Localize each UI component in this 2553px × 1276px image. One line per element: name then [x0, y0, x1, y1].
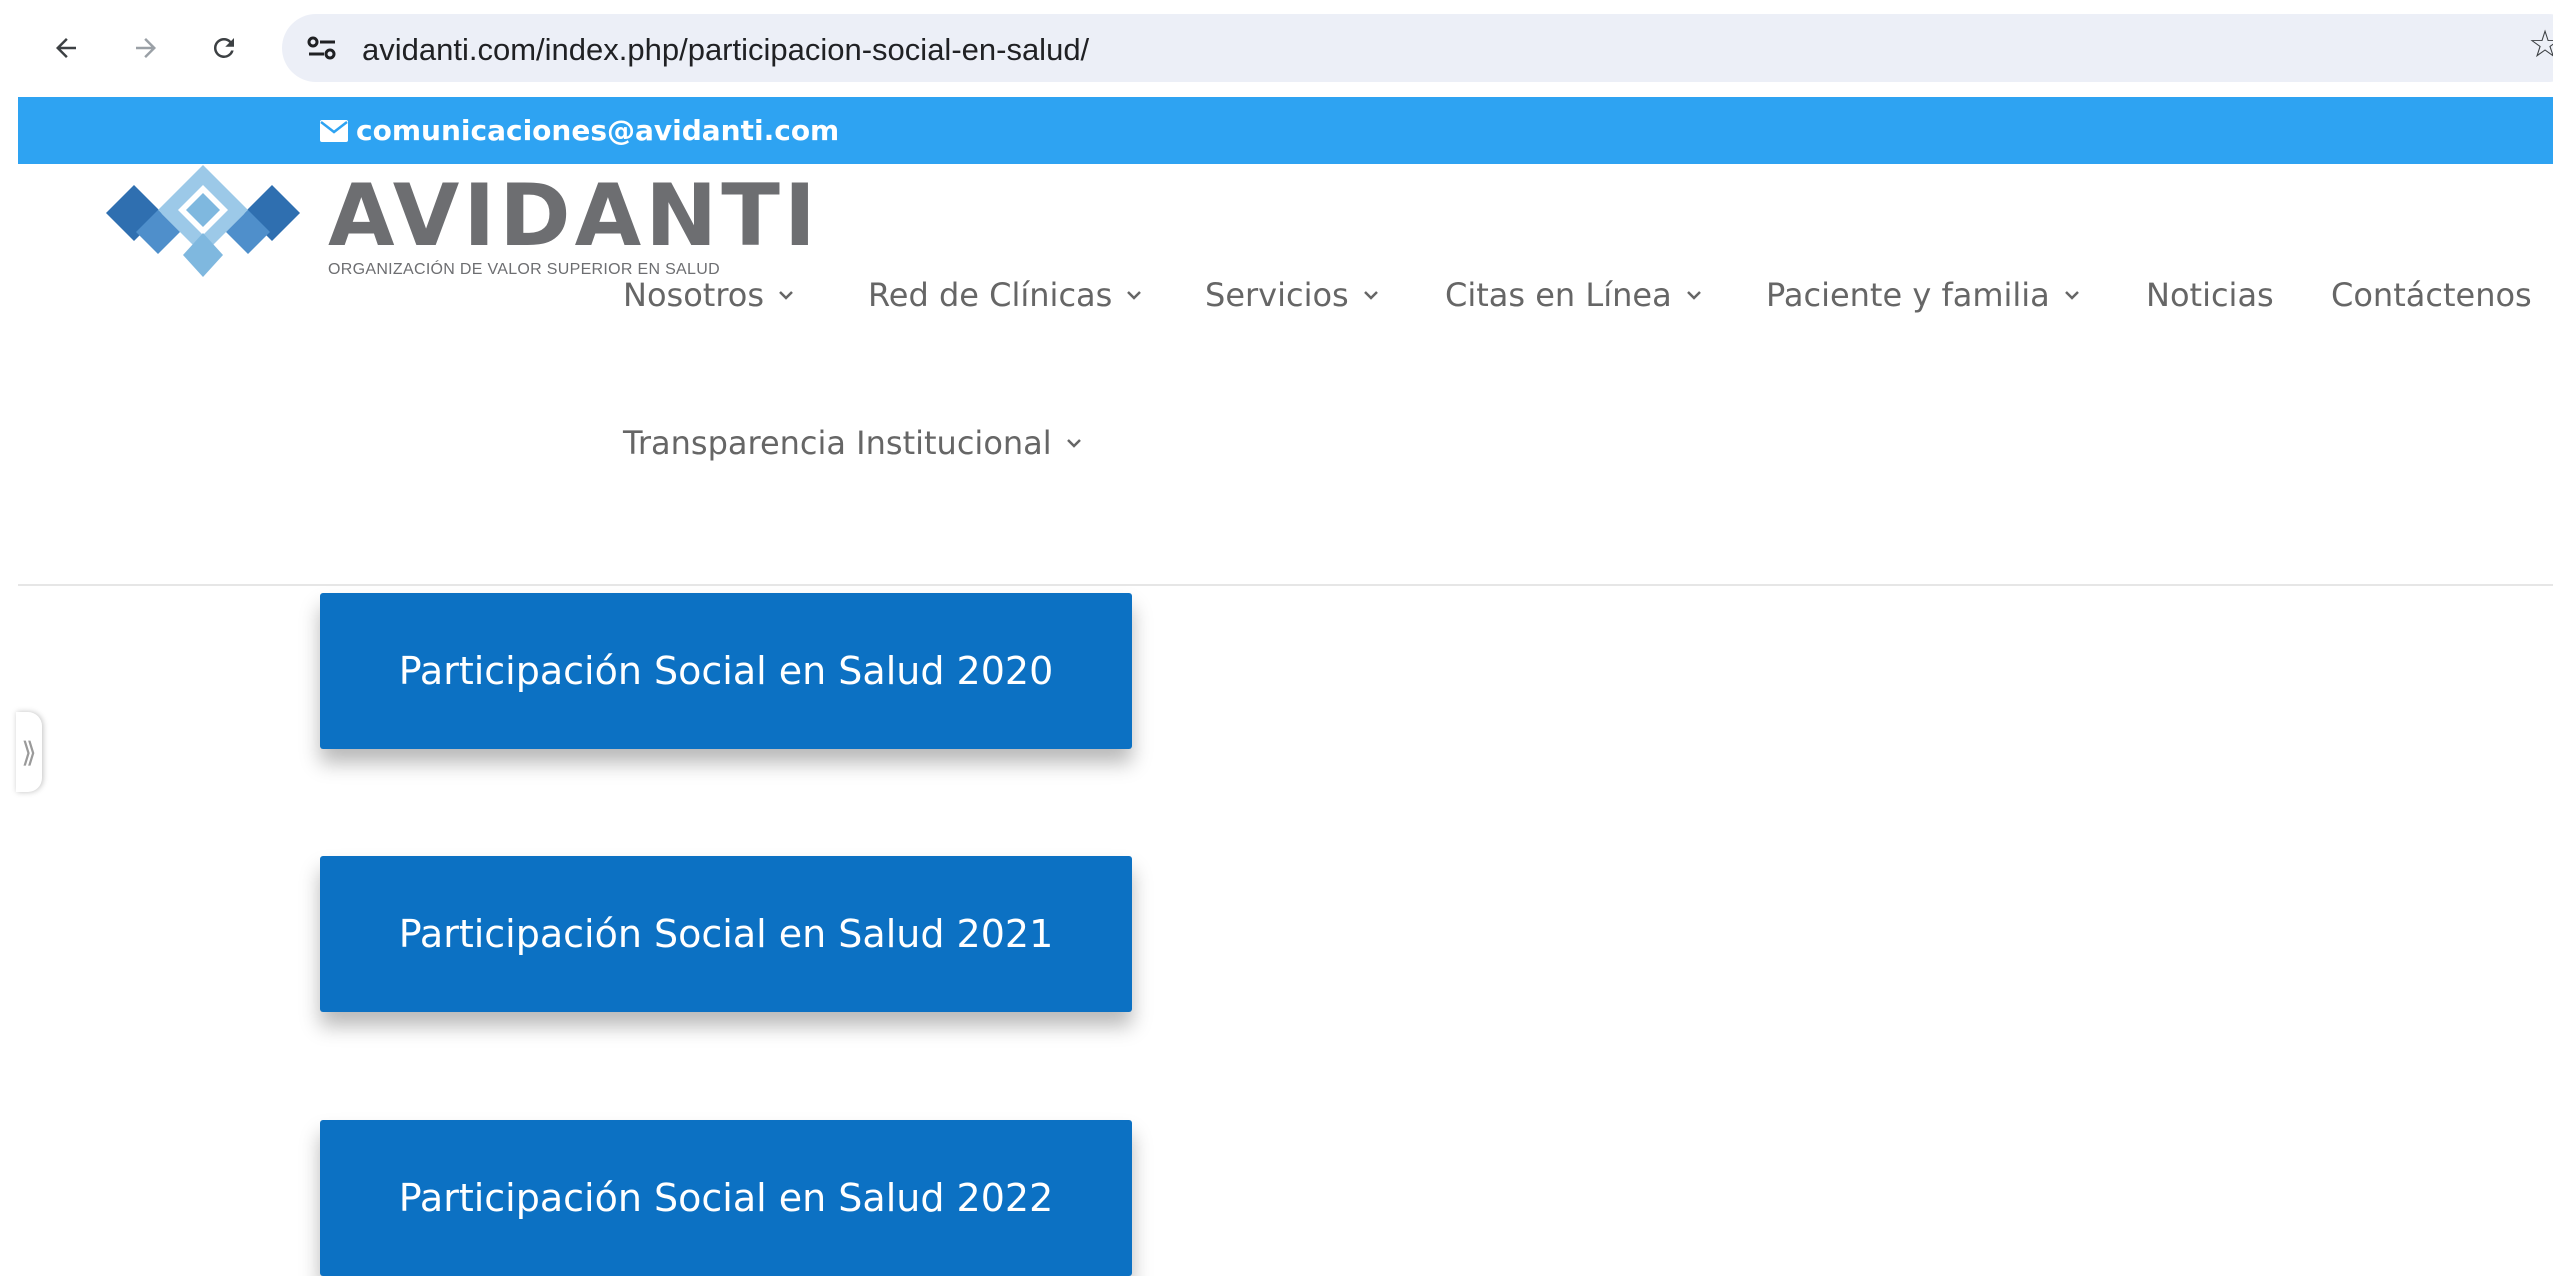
- menu-item-label: Noticias: [2146, 276, 2274, 314]
- logo-wordmark: AVIDANTI: [328, 166, 820, 266]
- menu-item-label: Contáctenos: [2331, 276, 2532, 314]
- participacion-2021-button[interactable]: Participación Social en Salud 2021: [320, 856, 1132, 1012]
- menu-item-label: Red de Clínicas: [868, 276, 1113, 314]
- menu-item-contactenos[interactable]: Contáctenos: [2331, 276, 2532, 314]
- address-bar[interactable]: avidanti.com/index.php/participacion-soc…: [282, 14, 2553, 82]
- reload-button[interactable]: [200, 24, 248, 72]
- menu-item-transparencia-institucional[interactable]: Transparencia Institucional: [623, 424, 1082, 462]
- chevron-down-icon: [2064, 291, 2079, 300]
- email-text[interactable]: comunicaciones@avidanti.com: [356, 114, 839, 147]
- menu-item-red-de-clinicas[interactable]: Red de Clínicas: [868, 276, 1142, 314]
- chevron-down-icon: [779, 291, 793, 300]
- menu-item-nosotros[interactable]: Nosotros: [623, 276, 794, 314]
- page-left-margin: [0, 96, 18, 1268]
- arrow-left-icon: [56, 38, 76, 58]
- menu-item-label: Transparencia Institucional: [623, 424, 1052, 462]
- side-panel-toggle[interactable]: ⟫: [16, 712, 42, 792]
- menu-item-label: Servicios: [1205, 276, 1349, 314]
- reload-icon: [213, 37, 234, 58]
- avidanti-logo[interactable]: AVIDANTI ORGANIZACIÓN DE VALOR SUPERIOR …: [98, 163, 816, 283]
- tune-icon[interactable]: [302, 28, 342, 68]
- participacion-2022-button[interactable]: Participación Social en Salud 2022: [320, 1120, 1132, 1276]
- top-contact-bar: comunicaciones@avidanti.com: [18, 97, 2553, 164]
- chevron-down-icon: [1127, 291, 1142, 300]
- menu-item-label: Citas en Línea: [1445, 276, 1672, 314]
- menu-item-label: Paciente y familia: [1766, 276, 2050, 314]
- menu-item-label: Nosotros: [623, 276, 765, 314]
- participacion-2020-button[interactable]: Participación Social en Salud 2020: [320, 593, 1132, 749]
- forward-button[interactable]: [122, 24, 170, 72]
- mail-icon: [320, 119, 348, 142]
- chevron-down-icon: [1363, 291, 1378, 300]
- menu-item-servicios[interactable]: Servicios: [1205, 276, 1379, 314]
- star-icon[interactable]: ☆: [2528, 22, 2553, 66]
- chevron-down-icon: [1686, 291, 1701, 300]
- menu-item-citas-en-linea[interactable]: Citas en Línea: [1445, 276, 1702, 314]
- menu-item-noticias[interactable]: Noticias: [2146, 276, 2274, 314]
- back-button[interactable]: [42, 24, 90, 72]
- arrow-right-icon: [136, 38, 156, 58]
- email-link[interactable]: comunicaciones@avidanti.com: [320, 114, 839, 147]
- menu-item-paciente-y-familia[interactable]: Paciente y familia: [1766, 276, 2080, 314]
- chevron-down-icon: [1066, 439, 1081, 448]
- double-chevron-right-icon: ⟫: [21, 735, 37, 769]
- url-text[interactable]: avidanti.com/index.php/participacion-soc…: [362, 32, 1089, 68]
- logo-mark-icon: [106, 165, 300, 277]
- browser-toolbar: avidanti.com/index.php/participacion-soc…: [0, 0, 2553, 96]
